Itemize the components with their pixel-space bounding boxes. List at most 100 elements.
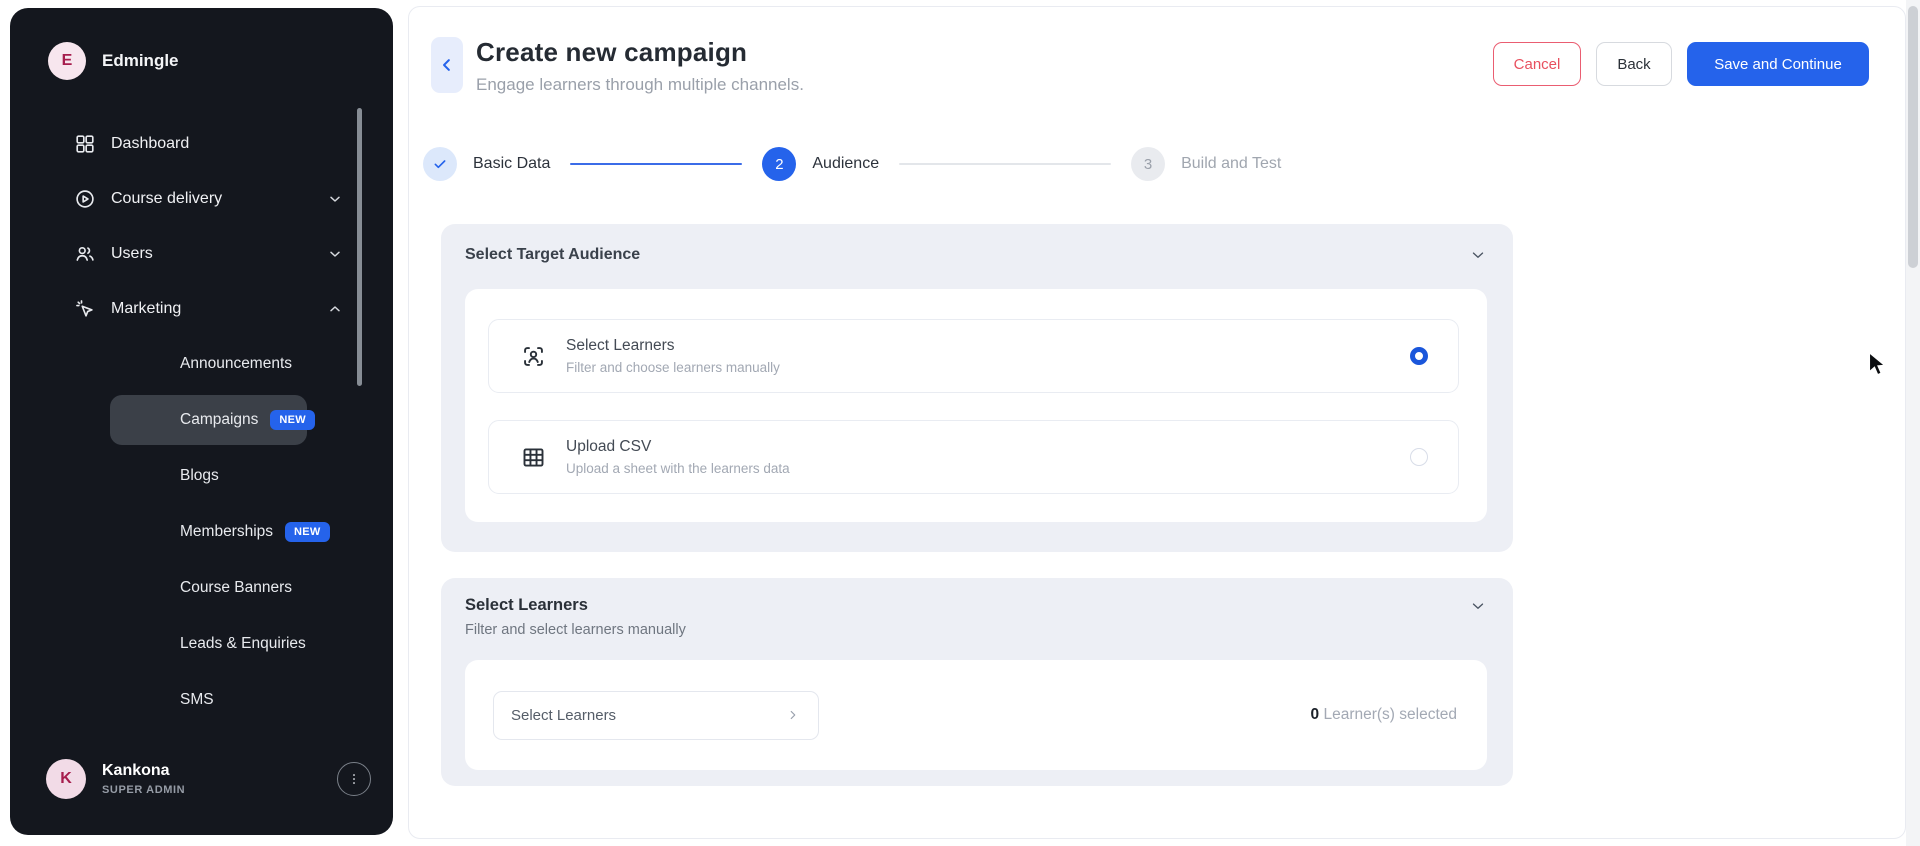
header-text: Create new campaign Engage learners thro…: [476, 37, 804, 95]
step-number: 2: [762, 147, 797, 181]
sidebar-item-course-banners[interactable]: Course Banners: [110, 563, 307, 613]
chevron-right-icon: [786, 708, 800, 722]
sub-item-label: Announcements: [180, 355, 293, 372]
step-label: Basic Data: [473, 155, 551, 172]
option-title: Select Learners: [566, 337, 675, 354]
step-number: 3: [1131, 147, 1166, 181]
step-basic-data[interactable]: Basic Data: [423, 147, 550, 181]
sidebar-scrollbar-thumb[interactable]: [357, 108, 362, 386]
sidebar-item-label: Users: [111, 244, 153, 262]
radio-upload-csv[interactable]: [1410, 448, 1428, 466]
new-badge: NEW: [285, 522, 330, 542]
chevron-down-icon: [327, 191, 343, 207]
option-select-learners[interactable]: Select Learners Filter and choose learne…: [488, 319, 1459, 393]
cursor-click-icon: [74, 298, 96, 320]
panel-title: Select Learners: [465, 596, 588, 614]
select-learners-panel: Select Learners Filter and select learne…: [441, 578, 1513, 786]
dropdown-label: Select Learners: [511, 706, 617, 724]
sidebar-item-label: Dashboard: [111, 134, 190, 152]
user-avatar: K: [46, 759, 86, 799]
user-meta: Kankona SUPER ADMIN: [102, 762, 185, 796]
sub-item-label: Blogs: [180, 467, 219, 484]
marketing-submenu: Announcements Campaigns NEW Blogs Member…: [74, 339, 343, 725]
page-title: Create new campaign: [476, 37, 748, 67]
sidebar-item-sms[interactable]: SMS: [110, 675, 307, 725]
play-circle-icon: [74, 188, 96, 210]
page-header: Create new campaign Engage learners thro…: [409, 7, 1905, 95]
radio-select-learners[interactable]: [1410, 347, 1428, 365]
sidebar-item-dashboard[interactable]: Dashboard: [74, 116, 343, 171]
option-title: Upload CSV: [566, 438, 652, 455]
new-badge: NEW: [270, 410, 315, 430]
sub-item-label: Campaigns: [180, 411, 259, 428]
cancel-button[interactable]: Cancel: [1493, 42, 1581, 86]
select-learners-panel-header[interactable]: Select Learners: [465, 596, 1487, 615]
brand-name: Edmingle: [102, 51, 179, 70]
option-text: Upload CSV Upload a sheet with the learn…: [566, 438, 790, 476]
stepper: Basic Data 2 Audience 3 Build and Test: [423, 147, 1905, 181]
sub-item-label: SMS: [180, 691, 214, 708]
learner-count: 0 Learner(s) selected: [1311, 706, 1457, 724]
sidebar-item-label: Course delivery: [111, 189, 223, 207]
sidebar-nav: Dashboard Course delivery Users Marketin…: [10, 116, 393, 725]
back-arrow-button[interactable]: [431, 37, 463, 93]
sub-item-label: Course Banners: [180, 579, 293, 596]
user-profile: K Kankona SUPER ADMIN: [46, 759, 371, 799]
target-audience-panel-header[interactable]: Select Target Audience: [465, 246, 1487, 264]
chevron-down-icon[interactable]: [1469, 246, 1487, 264]
target-audience-panel: Select Target Audience Select Learners F…: [441, 224, 1513, 552]
sidebar-item-leads-enquiries[interactable]: Leads & Enquiries: [110, 619, 307, 669]
step-connector-complete: [570, 163, 743, 165]
sidebar-item-users[interactable]: Users: [74, 226, 343, 281]
chevron-down-icon[interactable]: [1469, 597, 1487, 615]
sidebar-item-campaigns[interactable]: Campaigns NEW: [110, 395, 315, 445]
page-scrollbar-thumb[interactable]: [1908, 6, 1918, 268]
user-scan-icon: [520, 343, 547, 370]
user-initial: K: [60, 770, 72, 787]
sidebar-item-announcements[interactable]: Announcements: [110, 339, 307, 389]
step-label: Build and Test: [1181, 155, 1282, 172]
select-learners-dropdown[interactable]: Select Learners: [493, 690, 819, 740]
page-subtitle: Engage learners through multiple channel…: [476, 75, 804, 94]
chevron-left-icon: [438, 56, 456, 74]
step-label: Audience: [812, 155, 880, 172]
back-button[interactable]: Back: [1596, 42, 1672, 86]
brand-avatar: E: [48, 42, 86, 80]
brand-initial: E: [61, 52, 73, 69]
chevron-down-icon: [327, 246, 343, 262]
user-name: Kankona: [102, 762, 170, 779]
step-audience[interactable]: 2 Audience: [762, 147, 879, 181]
step-check-icon: [423, 147, 457, 181]
option-upload-csv[interactable]: Upload CSV Upload a sheet with the learn…: [488, 420, 1459, 494]
sidebar-item-blogs[interactable]: Blogs: [110, 451, 307, 501]
user-role: SUPER ADMIN: [102, 784, 186, 796]
page-scrollbar[interactable]: [1906, 0, 1920, 846]
brand: E Edmingle: [10, 8, 393, 80]
sidebar-item-course-delivery[interactable]: Course delivery: [74, 171, 343, 226]
chevron-up-icon: [327, 301, 343, 317]
option-text: Select Learners Filter and choose learne…: [566, 337, 780, 375]
select-learners-card: Select Learners 0 Learner(s) selected: [465, 660, 1487, 770]
sidebar-item-label: Marketing: [111, 299, 182, 317]
sidebar-item-marketing[interactable]: Marketing: [74, 281, 343, 336]
sidebar: E Edmingle Dashboard Course delivery Use…: [10, 8, 393, 835]
step-build-and-test[interactable]: 3 Build and Test: [1131, 147, 1281, 181]
option-subtitle: Filter and choose learners manually: [566, 360, 780, 375]
learner-count-number: 0: [1310, 706, 1320, 723]
panel-title: Select Target Audience: [465, 246, 641, 263]
audience-options-card: Select Learners Filter and choose learne…: [465, 289, 1487, 522]
kebab-icon: [346, 771, 362, 787]
user-menu-button[interactable]: [337, 762, 371, 796]
table-icon: [520, 444, 547, 471]
dashboard-grid-icon: [74, 133, 96, 155]
header-actions: Cancel Back Save and Continue: [1493, 42, 1869, 86]
save-and-continue-button[interactable]: Save and Continue: [1687, 42, 1869, 86]
main-content: Create new campaign Engage learners thro…: [408, 6, 1906, 839]
learner-count-suffix: Learner(s) selected: [1319, 706, 1457, 723]
option-subtitle: Upload a sheet with the learners data: [566, 461, 790, 476]
sidebar-item-memberships[interactable]: Memberships NEW: [110, 507, 330, 557]
panel-subtitle: Filter and select learners manually: [465, 622, 686, 638]
sub-item-label: Leads & Enquiries: [180, 635, 306, 652]
sub-item-label: Memberships: [180, 523, 274, 540]
users-icon: [74, 243, 96, 265]
